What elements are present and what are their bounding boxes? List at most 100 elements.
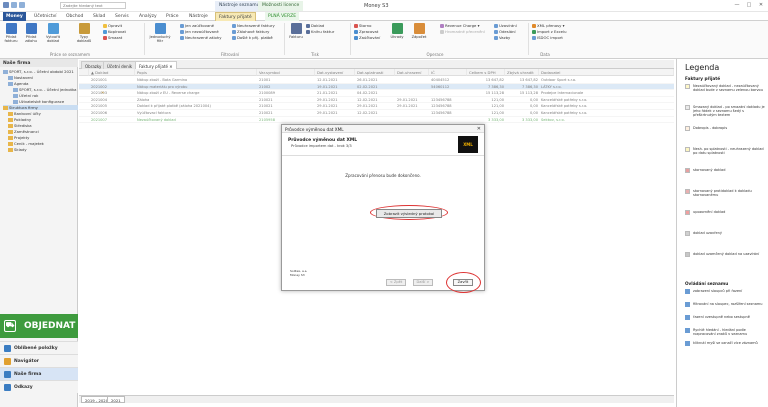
tree-item[interactable]: Cenik - majetek [8, 141, 44, 146]
year-tab-2021[interactable]: 2021 [107, 396, 125, 403]
filter-received-payment[interactable]: Došlé k přij. platbě [232, 35, 273, 40]
maximize-button[interactable]: □ [745, 2, 753, 9]
tree-item[interactable]: Střediska [8, 123, 32, 128]
nav-navigator[interactable]: Navigátor [0, 354, 78, 367]
show-report-button[interactable]: Zobrazit výsledný protokol [376, 209, 442, 218]
document-tabs: Obrazky Účetní deník Faktury přijaté ✕ [79, 60, 674, 69]
nav-favorites[interactable]: Oblíbené položky [0, 341, 78, 354]
order-button[interactable]: ⛟ OBJEDNAT [0, 314, 78, 338]
tree-item[interactable]: Pokladny [8, 117, 31, 122]
offset-icon [413, 23, 425, 34]
add-invoice-button[interactable]: Přidat fakturu [3, 23, 19, 43]
context-tab-list-tools[interactable]: Nástroje seznamu [215, 1, 264, 11]
print-book-button[interactable]: Knihu faktur [306, 29, 334, 34]
undo-icon[interactable] [11, 2, 17, 8]
tab-money[interactable]: Money [3, 12, 26, 21]
close-window-button[interactable]: ✕ [757, 2, 765, 9]
tree-item[interactable]: Bankovní účty [8, 111, 41, 116]
tab-prace[interactable]: Práce [163, 12, 182, 21]
folder-icon [3, 106, 8, 110]
filter-received-payment-icon [232, 36, 236, 40]
filter-deposit-invoices-icon [232, 30, 236, 34]
nav-links[interactable]: Odkazy [0, 380, 78, 393]
tree-item[interactable]: Projekty [8, 135, 29, 140]
print-invoice-button[interactable]: Fakturu [288, 23, 304, 39]
closing-button[interactable]: Uzavírání [494, 23, 517, 28]
reverse-charge-button[interactable]: Revenue Charge ▾ [440, 23, 479, 28]
create-document-button[interactable]: Vytvořit doklad [44, 23, 62, 43]
document-types-button[interactable]: Typy dokladů [74, 23, 94, 43]
group-label-print: Tisk [311, 52, 319, 57]
tab-servis[interactable]: Servis [112, 12, 132, 21]
process-button[interactable]: Zpracovat [354, 29, 378, 34]
payments-button[interactable]: Úhrady [388, 23, 406, 39]
tree-item[interactable]: Účetní rok [13, 93, 38, 98]
storno-icon [354, 24, 358, 28]
legend-swatch [685, 84, 690, 89]
links-button[interactable]: Vazby [494, 35, 510, 40]
tab-analyzy[interactable]: Analýzy [136, 12, 160, 21]
offset-button[interactable]: Zápočet [410, 23, 428, 39]
folder-icon [8, 112, 13, 116]
tab-obchod[interactable]: Obchod [63, 12, 86, 21]
isdoc-import-button[interactable]: ISDOC import [532, 35, 563, 40]
filter-deposit-invoices[interactable]: Zálohové faktury [232, 29, 269, 34]
bulk-revaluation-button[interactable]: Hromadné přecenění [440, 29, 485, 34]
legend-swatch [685, 126, 690, 131]
group-label-operations: Operace [426, 52, 444, 57]
save-icon[interactable] [3, 2, 9, 8]
filter-unposted-only[interactable]: Jen nezaúčtované [180, 29, 219, 34]
simple-filter-button[interactable]: Jednoduchý filtr [148, 23, 172, 43]
xml-logo-icon: XML [458, 136, 478, 153]
tree-item[interactable]: Nastavení [8, 75, 33, 80]
finish-button[interactable]: Zavřít [453, 279, 473, 286]
edit-button[interactable]: Opravit [103, 23, 122, 28]
next-button[interactable]: Další > [413, 279, 433, 286]
tab-obrazky[interactable]: Obrazky [81, 61, 106, 69]
legend-swatch [685, 231, 690, 236]
filter-posted-only[interactable]: Jen zaúčtované [180, 23, 214, 28]
ribbon: Přidat fakturu Přidat zálohu Vytvořit do… [0, 21, 768, 59]
add-invoice-icon [5, 23, 17, 34]
dialog-close-button[interactable]: ✕ [477, 126, 481, 132]
import-excel-button[interactable]: Import z Excelu [532, 29, 566, 34]
tree-item[interactable]: SPORT, s.r.o. - Účetní období 2021 [3, 69, 74, 74]
search-input[interactable] [60, 2, 126, 9]
tree-item[interactable]: SPORT, s.r.o. - Účetní jednotka [13, 87, 76, 92]
context-tab-license[interactable]: Možnosti licence [258, 1, 304, 11]
navigator-icon [4, 358, 11, 365]
close-tab-icon[interactable]: ✕ [169, 64, 172, 69]
filter-unpaid-invoices-icon [232, 24, 236, 28]
tab-ucetnictvi[interactable]: Účetnictví [31, 12, 60, 21]
print-document-button[interactable]: Doklad [306, 23, 324, 28]
dialog-heading: Průvodce výměnou dat XML [288, 138, 357, 143]
tree-item[interactable]: Agenda [8, 81, 29, 86]
send-button[interactable]: Odeslání [494, 29, 516, 34]
copy-button[interactable]: Kopírovat [103, 29, 126, 34]
storno-button[interactable]: Storno [354, 23, 371, 28]
redo-icon[interactable] [19, 2, 25, 8]
tree-item[interactable]: Struktura firmy [3, 105, 78, 110]
filter-unposted-icon [180, 30, 184, 34]
tree-item[interactable]: Sklady [8, 147, 27, 152]
tab-sklad[interactable]: Sklad [90, 12, 108, 21]
xml-transfers-button[interactable]: XML přenosy ▾ [532, 23, 565, 28]
printer-icon [290, 23, 302, 34]
minimize-button[interactable]: — [733, 2, 741, 9]
tree-item[interactable]: Uživatelské konfigurace [13, 99, 64, 104]
tab-faktury-prijate-doc[interactable]: Faktury přijaté ✕ [135, 61, 177, 69]
add-deposit-button[interactable]: Přidat zálohu [22, 23, 40, 43]
reverse-charge-icon [440, 24, 444, 28]
back-button[interactable]: < Zpět [386, 279, 406, 286]
tab-faktury-prijate[interactable]: Faktury přijaté [215, 12, 256, 21]
tab-ucetni-denik[interactable]: Účetní deník [103, 61, 137, 69]
nav-our-company[interactable]: Naše firma [0, 367, 78, 380]
delete-button[interactable]: Smazat [103, 35, 122, 40]
tree-item[interactable]: Zaměstnanci [8, 129, 39, 134]
tab-nastroje[interactable]: Nástroje [186, 12, 211, 21]
posting-button[interactable]: Zaúčtování [354, 35, 380, 40]
filter-unpaid-deposits[interactable]: Neuhrazené zálohy [180, 35, 222, 40]
filter-unpaid-invoices[interactable]: Neuhrazené faktury [232, 23, 275, 28]
cart-icon: ⛟ [4, 320, 16, 332]
tab-plna-verze[interactable]: PLNÁ VERZE [265, 12, 300, 21]
